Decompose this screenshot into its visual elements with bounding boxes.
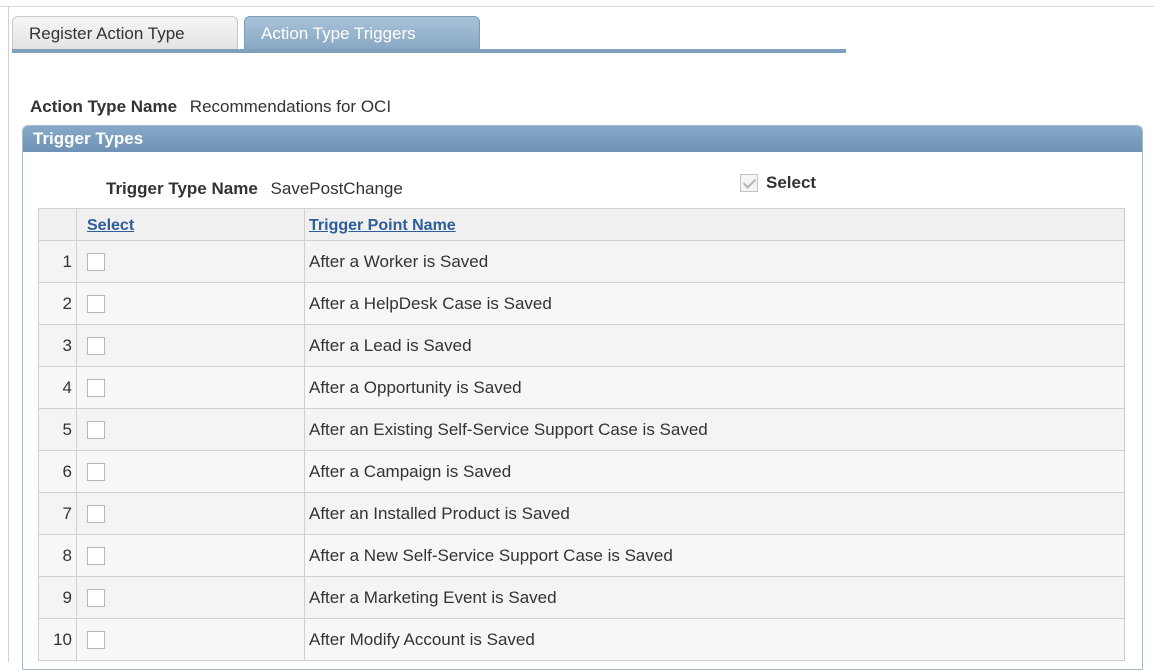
- row-select-checkbox[interactable]: [87, 337, 105, 356]
- row-number-header: [38, 208, 77, 241]
- row-select-cell: [76, 618, 305, 661]
- row-number: 7: [38, 492, 77, 535]
- row-number: 9: [38, 576, 77, 619]
- row-select-cell: [76, 576, 305, 619]
- select-all-checkbox[interactable]: [740, 174, 758, 192]
- table-row: 4 After a Opportunity is Saved: [38, 366, 1125, 409]
- tab-action-type-triggers[interactable]: Action Type Triggers: [244, 16, 480, 49]
- select-all-label: Select: [766, 173, 817, 192]
- row-number: 10: [38, 618, 77, 661]
- row-select-checkbox[interactable]: [87, 505, 105, 524]
- trigger-type-name-label: Trigger Type Name: [106, 179, 258, 198]
- top-divider: [0, 6, 1154, 7]
- trigger-point-name-header: Trigger Point Name: [304, 208, 1125, 241]
- row-number: 4: [38, 366, 77, 409]
- left-divider: [8, 7, 9, 662]
- table-row: 10 After Modify Account is Saved: [38, 618, 1125, 661]
- trigger-point-name: After an Installed Product is Saved: [304, 492, 1125, 535]
- action-type-name-value: Recommendations for OCI: [189, 97, 392, 116]
- row-number: 6: [38, 450, 77, 493]
- trigger-point-name-sort-link[interactable]: Trigger Point Name: [309, 217, 456, 234]
- row-number: 1: [38, 240, 77, 283]
- row-select-cell: [76, 408, 305, 451]
- row-select-cell: [76, 450, 305, 493]
- trigger-point-name: After a Lead is Saved: [304, 324, 1125, 367]
- trigger-point-name: After a Campaign is Saved: [304, 450, 1125, 493]
- row-select-cell: [76, 534, 305, 577]
- table-row: 2 After a HelpDesk Case is Saved: [38, 282, 1125, 325]
- tab-bar: Register Action Type Action Type Trigger…: [12, 16, 846, 53]
- group-title: Trigger Types: [23, 126, 1142, 152]
- select-all-control[interactable]: Select: [740, 173, 816, 193]
- row-number: 3: [38, 324, 77, 367]
- action-type-name-field: Action Type Name Recommendations for OCI: [30, 97, 391, 117]
- trigger-point-name: After a HelpDesk Case is Saved: [304, 282, 1125, 325]
- row-number: 5: [38, 408, 77, 451]
- table-row: 3 After a Lead is Saved: [38, 324, 1125, 367]
- table-row: 6 After a Campaign is Saved: [38, 450, 1125, 493]
- tab-register-action-type[interactable]: Register Action Type: [12, 16, 238, 49]
- row-number: 8: [38, 534, 77, 577]
- table-row: 1 After a Worker is Saved: [38, 240, 1125, 283]
- trigger-point-name: After a Worker is Saved: [304, 240, 1125, 283]
- row-select-cell: [76, 282, 305, 325]
- row-select-cell: [76, 492, 305, 535]
- row-select-checkbox[interactable]: [87, 463, 105, 482]
- grid-header-row: Select Trigger Point Name: [38, 208, 1125, 241]
- row-select-checkbox[interactable]: [87, 589, 105, 608]
- trigger-type-name-field: Trigger Type Name SavePostChange: [106, 179, 403, 199]
- row-select-checkbox[interactable]: [87, 295, 105, 314]
- trigger-point-name: After a New Self-Service Support Case is…: [304, 534, 1125, 577]
- table-row: 8 After a New Self-Service Support Case i…: [38, 534, 1125, 577]
- trigger-point-name: After a Opportunity is Saved: [304, 366, 1125, 409]
- row-select-checkbox[interactable]: [87, 631, 105, 650]
- tab-underline: [12, 49, 846, 53]
- table-row: 9 After a Marketing Event is Saved: [38, 576, 1125, 619]
- row-select-checkbox[interactable]: [87, 547, 105, 566]
- row-select-checkbox[interactable]: [87, 421, 105, 440]
- row-select-checkbox[interactable]: [87, 253, 105, 272]
- row-number: 2: [38, 282, 77, 325]
- trigger-points-grid: Select Trigger Point Name 1 After a Worke…: [38, 208, 1125, 661]
- row-select-checkbox[interactable]: [87, 379, 105, 398]
- row-select-cell: [76, 324, 305, 367]
- trigger-point-name: After a Marketing Event is Saved: [304, 576, 1125, 619]
- select-column-header: Select: [76, 208, 305, 241]
- row-select-cell: [76, 366, 305, 409]
- trigger-point-name: After Modify Account is Saved: [304, 618, 1125, 661]
- row-select-cell: [76, 240, 305, 283]
- trigger-type-name-value: SavePostChange: [270, 179, 403, 198]
- action-type-name-label: Action Type Name: [30, 97, 178, 116]
- table-row: 5 After an Existing Self-Service Support …: [38, 408, 1125, 451]
- trigger-point-name: After an Existing Self-Service Support C…: [304, 408, 1125, 451]
- table-row: 7 After an Installed Product is Saved: [38, 492, 1125, 535]
- page: Register Action Type Action Type Trigger…: [0, 0, 1154, 670]
- select-sort-link[interactable]: Select: [87, 217, 134, 234]
